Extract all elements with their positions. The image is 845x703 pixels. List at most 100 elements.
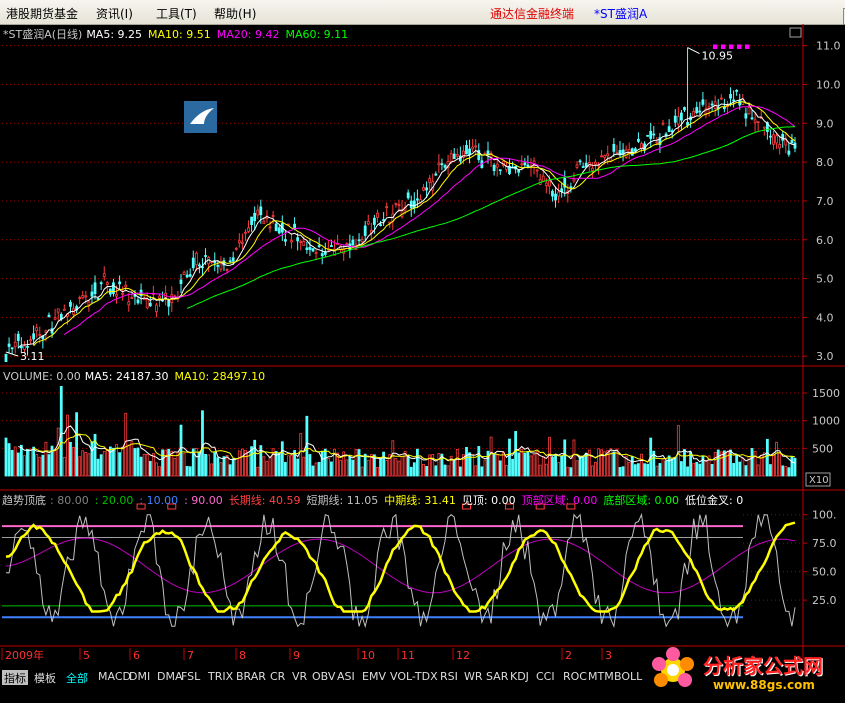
candle-body <box>781 134 785 141</box>
volume-bar <box>262 456 266 477</box>
volume-bar <box>283 461 287 477</box>
volume-bar <box>765 438 769 477</box>
volume-bar <box>317 461 321 477</box>
price-axis-label: 11.0 <box>816 40 841 53</box>
volume-bar <box>366 459 370 477</box>
candle-body <box>440 163 444 166</box>
top-signal-mark: ▪ <box>736 42 742 52</box>
candle-body <box>747 107 751 115</box>
volume-bar <box>443 464 447 477</box>
menu-item-tools[interactable]: 工具(T) <box>156 5 197 22</box>
volume-bar <box>756 464 760 477</box>
volume-bar <box>529 455 533 477</box>
volume-bar <box>210 463 214 477</box>
candle-body <box>778 144 782 149</box>
candle-body <box>194 252 198 266</box>
time-axis-label: 7 <box>187 649 194 660</box>
candle-body <box>695 107 699 114</box>
indicator-tab[interactable]: BRAR <box>236 670 266 685</box>
volume-bar <box>53 449 57 477</box>
indicator-tab[interactable]: KDJ <box>510 670 529 685</box>
candle-body <box>406 192 410 199</box>
indicator-header-item: 见顶: 0.00 <box>462 494 516 507</box>
volume-bar <box>7 443 11 477</box>
indicator-tab[interactable]: 全部 <box>66 670 88 685</box>
candle-body <box>26 345 29 348</box>
candle-body <box>649 130 653 139</box>
menu-item-info[interactable]: 资讯(I) <box>96 5 133 22</box>
menu-bar: 港股期货基金 资讯(I) 工具(T) 帮助(H) 通达信金融终端 *ST盛润A … <box>0 0 845 25</box>
indicator-tab[interactable]: MTM <box>588 670 614 685</box>
volume-bar <box>148 460 152 477</box>
volume-axis-label: 1500 <box>812 387 840 400</box>
indicator-tab[interactable]: VOL-TDX <box>390 670 438 685</box>
stock-chart-area[interactable]: 10.953.11▪ ▪ ▪ ▪ ▪ *ST盛润A(日线) MA5: 9.25 MA10: … <box>0 24 845 660</box>
indicator-tab[interactable]: RSI <box>440 670 458 685</box>
volume-bar <box>78 456 82 477</box>
indicator-tab[interactable]: ROC <box>563 670 587 685</box>
volume-bar <box>431 454 435 477</box>
price-header-item: MA5: 9.25 <box>86 28 142 41</box>
indicator-tab[interactable]: ASI <box>337 670 355 685</box>
volume-bar <box>781 465 785 477</box>
candle-body <box>630 148 634 156</box>
volume-bar <box>489 436 493 477</box>
menu-item-hk-futures-funds[interactable]: 港股期货基金 <box>6 5 78 22</box>
app-title: 通达信金融终端 <box>490 7 575 21</box>
volume-bar <box>302 456 306 477</box>
candle-body <box>449 153 453 163</box>
candle-body <box>769 135 772 138</box>
indicator-tab[interactable]: VR <box>292 670 307 685</box>
volume-bar <box>618 467 622 477</box>
candle-body <box>541 175 545 182</box>
tab-indicator[interactable]: 指标 <box>2 670 28 685</box>
indicator-axis-label: 100. <box>812 509 837 522</box>
mid-term-line <box>5 521 796 613</box>
volume-bar <box>406 454 410 477</box>
short-term-line <box>5 512 796 629</box>
candle-body <box>517 169 521 173</box>
indicator-tab[interactable]: TRIX <box>208 670 233 685</box>
indicator-tab[interactable]: CCI <box>536 670 555 685</box>
candle-body <box>624 149 628 158</box>
menu-item-help[interactable]: 帮助(H) <box>214 5 256 22</box>
indicator-tab[interactable]: MACD <box>98 670 131 685</box>
candle-body <box>590 167 594 171</box>
volume-bar <box>486 450 490 477</box>
candle-body <box>772 134 775 145</box>
volume-bar <box>72 446 75 477</box>
indicator-tab[interactable]: EMV <box>362 670 386 685</box>
volume-bar <box>551 456 554 477</box>
candle-body <box>557 191 561 197</box>
candle-body <box>188 274 192 277</box>
candle-body <box>136 299 140 304</box>
volume-bar <box>547 436 551 477</box>
candle-body <box>471 146 475 150</box>
indicator-tab[interactable]: WR <box>464 670 483 685</box>
volume-bar <box>587 449 591 477</box>
candle-body <box>443 165 447 168</box>
volume-bar <box>471 454 475 477</box>
indicator-tab[interactable]: CR <box>270 670 285 685</box>
candle-body <box>692 110 696 118</box>
volume-bar <box>630 456 634 477</box>
price-header-item: MA10: 9.51 <box>148 28 211 41</box>
candle-body <box>676 116 680 125</box>
indicator-tab[interactable]: DMA <box>157 670 183 685</box>
price-axis-label: 9.0 <box>816 117 834 130</box>
candle-body <box>412 200 416 208</box>
volume-bar <box>158 466 161 477</box>
volume-bar <box>19 444 23 477</box>
candle-body <box>415 198 419 201</box>
indicator-tab[interactable]: BOLL <box>614 670 642 685</box>
volume-bar <box>698 463 702 477</box>
volume-bar <box>96 458 100 477</box>
volume-bar <box>744 465 748 477</box>
indicator-tab[interactable]: SAR <box>486 670 508 685</box>
indicator-tab[interactable]: DMI <box>129 670 150 685</box>
candle-body <box>317 245 321 247</box>
tab-template[interactable]: 模板 <box>34 670 56 685</box>
indicator-tab[interactable]: FSL <box>181 670 200 685</box>
volume-bar <box>84 451 88 477</box>
indicator-tab[interactable]: OBV <box>312 670 335 685</box>
